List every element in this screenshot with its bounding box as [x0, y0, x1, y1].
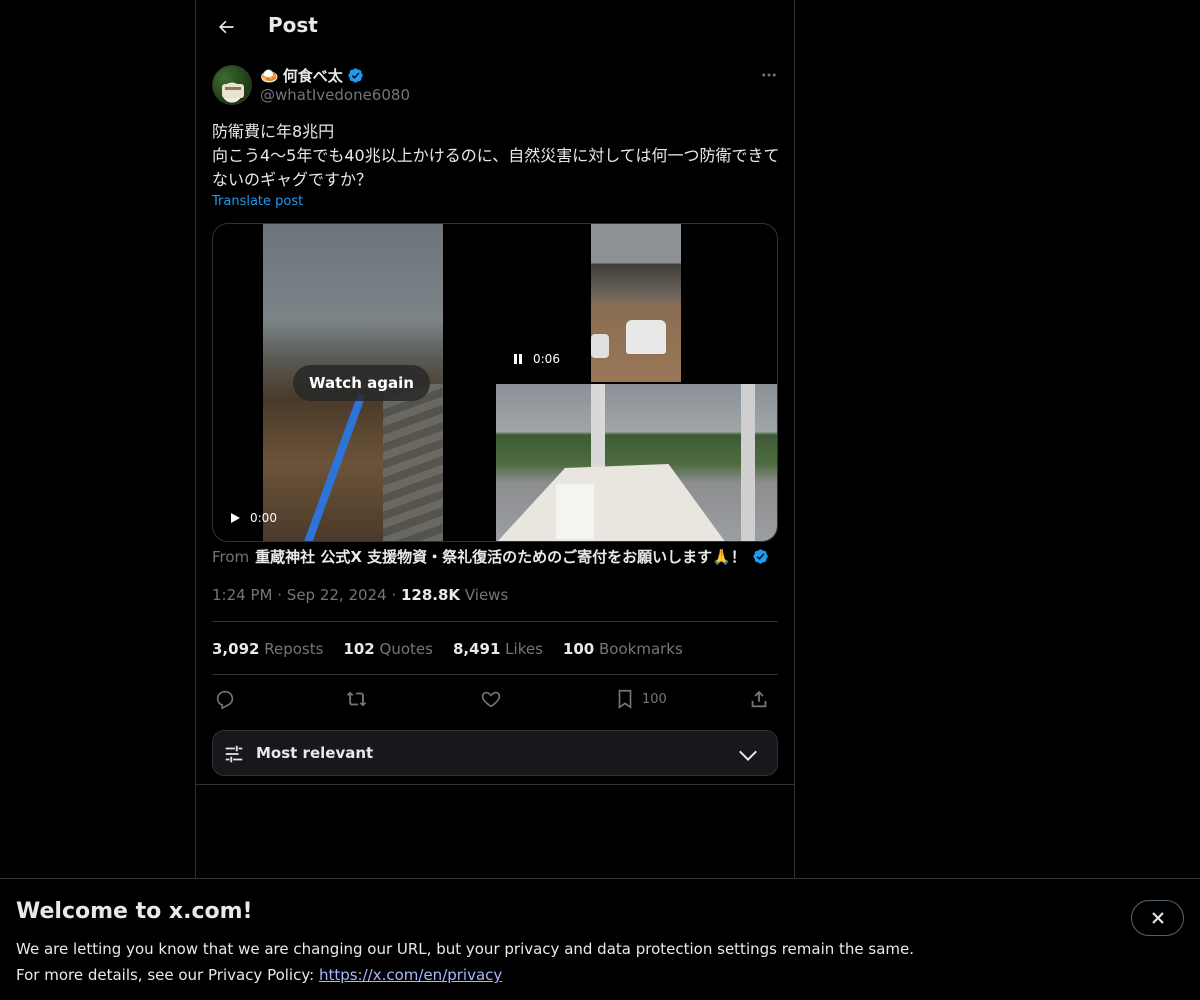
- bookmarks-label: Bookmarks: [599, 640, 683, 658]
- reply-button[interactable]: [214, 684, 236, 714]
- watch-again-button[interactable]: Watch again: [293, 365, 430, 401]
- reposts-label: Reposts: [264, 640, 324, 658]
- media-source: From 重蔵神社 公式X 支援物資・祭礼復活のためのご寄付をお願いします🙏！: [212, 546, 769, 567]
- post-meta: 1:24 PM · Sep 22, 2024 · 128.8K Views: [212, 586, 508, 604]
- more-options-button[interactable]: [756, 64, 782, 86]
- likes-label: Likes: [505, 640, 543, 658]
- views-label: Views: [464, 586, 509, 604]
- welcome-banner: Welcome to x.com! We are letting you kno…: [0, 878, 1200, 1000]
- video-time-top: 0:06: [533, 352, 560, 366]
- video-time-bottom: 0:00: [250, 511, 277, 525]
- media-grid[interactable]: Watch again 0:06 0:00: [212, 223, 778, 542]
- play-button[interactable]: [228, 511, 242, 525]
- privacy-policy-link[interactable]: https://x.com/en/privacy: [319, 966, 502, 984]
- more-horizontal-icon: [762, 73, 776, 77]
- reposts-count: 3,092: [212, 640, 260, 658]
- quotes-count: 102: [343, 640, 375, 658]
- sort-label: Most relevant: [256, 744, 374, 762]
- action-bar: 100: [212, 684, 778, 714]
- repost-icon: [346, 691, 367, 707]
- author-display-name[interactable]: 何食べ太: [283, 65, 343, 86]
- bookmarks-stat[interactable]: 100 Bookmarks: [563, 640, 683, 658]
- engagement-stats: 3,092 Reposts 102 Quotes 8,491 Likes 100…: [212, 640, 683, 658]
- bookmark-button[interactable]: 100: [614, 684, 667, 714]
- chevron-down-icon: [739, 750, 757, 762]
- translate-post-link[interactable]: Translate post: [212, 194, 303, 209]
- page-title: Post: [268, 13, 318, 37]
- reposts-stat[interactable]: 3,092 Reposts: [212, 640, 323, 658]
- share-button[interactable]: [748, 684, 770, 714]
- tweet-text: 防衛費に年8兆円 向こう4〜5年でも40兆以上かけるのに、自然災害に対しては何一…: [212, 122, 780, 189]
- divider: [212, 621, 778, 622]
- author-emoji: 🍛: [260, 66, 279, 85]
- author-handle[interactable]: @whatIvedone6080: [260, 86, 410, 104]
- back-button[interactable]: [212, 13, 240, 41]
- quotes-stat[interactable]: 102 Quotes: [343, 640, 433, 658]
- photo-bottom-right[interactable]: [496, 384, 777, 541]
- meta-separator: ·: [277, 586, 283, 604]
- banner-line-2: For more details, see our Privacy Policy…: [16, 962, 914, 988]
- banner-line-1: We are letting you know that we are chan…: [16, 940, 915, 958]
- reply-icon: [216, 690, 234, 710]
- verified-badge-icon: [753, 549, 768, 564]
- like-button[interactable]: [480, 684, 502, 714]
- video-thumbnail-top-right[interactable]: [591, 224, 681, 382]
- post-date[interactable]: Sep 22, 2024: [287, 586, 387, 604]
- arrow-left-icon: [219, 20, 234, 34]
- share-icon: [751, 690, 767, 708]
- banner-text: We are letting you know that we are chan…: [16, 936, 914, 988]
- likes-stat[interactable]: 8,491 Likes: [453, 640, 543, 658]
- post-header: Post: [196, 0, 794, 54]
- post-time[interactable]: 1:24 PM: [212, 586, 272, 604]
- sort-replies-dropdown[interactable]: Most relevant: [212, 730, 778, 776]
- views-count: 128.8K: [400, 586, 461, 604]
- verified-badge-icon: [348, 68, 363, 83]
- video-controls-bottom: 0:00: [228, 511, 277, 525]
- banner-title: Welcome to x.com!: [16, 899, 253, 924]
- bookmarks-count: 100: [562, 640, 595, 658]
- banner-line-2-prefix: For more details, see our Privacy Policy…: [16, 966, 319, 984]
- avatar[interactable]: [212, 65, 252, 105]
- meta-separator: ·: [391, 586, 397, 604]
- divider: [212, 674, 778, 675]
- video-controls-top: 0:06: [511, 352, 560, 366]
- divider: [196, 784, 794, 785]
- bookmark-icon: [618, 689, 632, 709]
- heart-icon: [481, 691, 501, 708]
- close-banner-button[interactable]: [1131, 900, 1184, 936]
- pause-button[interactable]: [511, 352, 525, 366]
- post-column: Post 🍛 何食べ太 @whatIvedone6080 防衛費に年8兆円 向こ…: [195, 0, 795, 880]
- source-account-name[interactable]: 重蔵神社 公式X 支援物資・祭礼復活のためのご寄付をお願いします🙏！: [255, 546, 746, 567]
- quotes-label: Quotes: [379, 640, 433, 658]
- likes-count: 8,491: [452, 640, 501, 658]
- repost-button[interactable]: [346, 684, 368, 714]
- play-icon: [231, 513, 240, 523]
- source-prefix: From: [212, 547, 250, 566]
- author-name-row[interactable]: 🍛 何食べ太: [260, 65, 364, 86]
- sliders-icon: [225, 745, 243, 763]
- bookmark-count: 100: [642, 691, 667, 707]
- close-icon: [1151, 912, 1164, 924]
- pause-icon: [514, 354, 522, 364]
